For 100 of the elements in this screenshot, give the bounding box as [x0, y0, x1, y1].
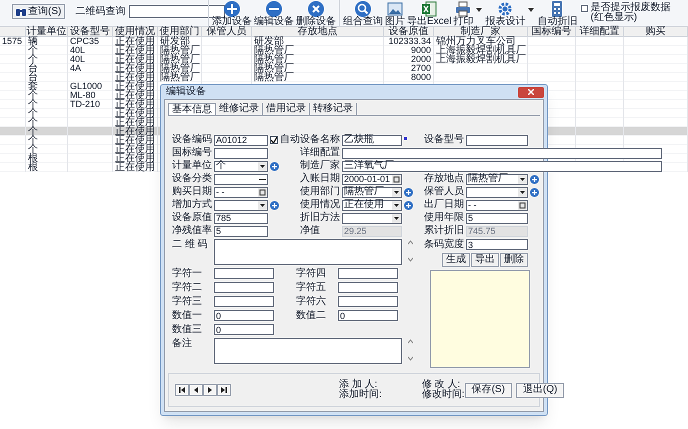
table-cell: 隔热管厂 [254, 55, 294, 64]
table-cell: 正在使用 [115, 127, 155, 136]
table-cell: 个 [28, 118, 38, 127]
table-cell: 8000 [410, 73, 431, 82]
column-header: 保管人员 [202, 27, 252, 36]
table-cell: 正在使用 [115, 37, 155, 46]
column-header: 设备型号 [68, 27, 113, 36]
table-cell: 正在使用 [115, 73, 155, 82]
table-cell: 9000 [410, 46, 431, 55]
field-label: 备注 [172, 339, 193, 349]
table-cell: 2000 [410, 55, 431, 64]
table-cell: 个 [28, 109, 38, 118]
field-label: 保管人员 [424, 187, 464, 197]
field-label: 字符六 [296, 296, 327, 306]
checkbox-label: 自动 [280, 135, 300, 145]
field-label: 使用情况 [300, 200, 340, 210]
field-label: 制造厂家 [300, 161, 340, 171]
field-label: 出厂日期 [424, 200, 464, 210]
info-label: 修改时间: [422, 390, 465, 400]
table-cell: 隔热管厂 [254, 46, 294, 55]
field-label: 数值一 [172, 310, 203, 320]
column-header: 制造厂家 [434, 27, 528, 36]
hint-text: (红色显示) [590, 13, 638, 23]
checkbox-label: 是否提示报废数据 [590, 3, 670, 13]
table-cell: 锦州万力叉车公司 [436, 37, 516, 46]
field-label: 折旧方法 [300, 213, 340, 223]
table-cell: 40L [70, 55, 86, 64]
table-cell: 台 [28, 73, 38, 82]
table-cell: 个 [28, 127, 38, 136]
table-cell: 隔热管厂 [160, 55, 200, 64]
column-header: 设备原值 [384, 27, 434, 36]
table-cell: 个 [28, 136, 38, 145]
table-cell: 隔热管厂 [254, 64, 294, 73]
field-label: 购买日期 [172, 187, 212, 197]
field-label: 条码宽度 [424, 240, 464, 250]
field-label: 字符三 [172, 296, 203, 306]
table-cell: 套 [28, 82, 38, 91]
table-cell: 上海振毅焊割机具厂 [436, 55, 526, 64]
field-label: 设备名称 [300, 135, 340, 145]
info-label: 添加时间: [339, 390, 382, 400]
table-cell: 隔热管厂 [160, 46, 200, 55]
table-cell: 根 [28, 154, 38, 163]
table-cell: 正在使用 [115, 118, 155, 127]
table-cell: 台 [28, 64, 38, 73]
field-label: 字符四 [296, 268, 327, 278]
column-header: 使用情况 [113, 27, 158, 36]
field-label: 设备原值 [172, 213, 212, 223]
table-cell: 正在使用 [115, 64, 155, 73]
field-label: 存放地点 [424, 174, 464, 184]
field-label: 数值二 [296, 310, 327, 320]
table-cell: 隔热管厂 [254, 73, 294, 82]
table-cell: TD-210 [70, 100, 100, 109]
table-cell: 个 [28, 55, 38, 64]
table-cell: 辆 [28, 37, 38, 46]
field-label: 设备编码 [172, 135, 212, 145]
field-label: 字符二 [172, 282, 203, 292]
info-label: 添 加 人: [339, 380, 378, 390]
table-cell: 根 [28, 163, 38, 172]
table-cell: 个 [28, 100, 38, 109]
field-label: 净残值率 [172, 226, 212, 236]
table-cell: 正在使用 [115, 154, 155, 163]
table-cell: 正在使用 [115, 100, 155, 109]
column-header: 使用部门 [158, 27, 202, 36]
table-cell: 正在使用 [115, 46, 155, 55]
info-label: 修 改 人: [422, 380, 460, 390]
field-label: 国标编号 [172, 148, 212, 158]
table-cell: 上海振毅焊割机具厂 [436, 46, 526, 55]
table-cell: 2700 [410, 64, 431, 73]
table-cell: GL1000 [70, 82, 102, 91]
field-label: 二 维 码 [172, 240, 209, 250]
field-label: 使用年限 [424, 213, 464, 223]
table-cell: 正在使用 [115, 109, 155, 118]
field-label: 累计折旧 [424, 226, 464, 236]
table-cell: 正在使用 [115, 136, 155, 145]
field-label: 详细配置 [300, 148, 340, 158]
table-cell: 隔热管厂 [160, 73, 200, 82]
table-cell: CPC35 [70, 37, 100, 46]
field-label: 字符一 [172, 268, 203, 278]
column-header: 国标编号 [528, 27, 576, 36]
field-label: 使用部门 [300, 187, 340, 197]
field-label: 入账日期 [300, 174, 340, 184]
field-label: 数值三 [172, 324, 203, 334]
table-cell: 研发部 [160, 37, 190, 46]
field-label: 设备型号 [424, 135, 464, 145]
table-cell: 个 [28, 46, 38, 55]
column-header: 计量单位 [26, 27, 68, 36]
table-cell: 研发部 [254, 37, 284, 46]
table-cell: 正在使用 [115, 163, 155, 172]
table-cell: 正在使用 [115, 91, 155, 100]
field-label: 字符五 [296, 282, 327, 292]
table-cell: 正在使用 [115, 145, 155, 154]
column-header: 详细配置 [576, 27, 624, 36]
field-label: 增加方式 [172, 200, 212, 210]
column-header: 购买 [624, 27, 688, 36]
table-cell: 正在使用 [115, 82, 155, 91]
field-label: 净值 [300, 226, 321, 236]
field-label: 二维码查询 [75, 6, 126, 16]
field-label: 设备分类 [172, 174, 212, 184]
table-cell: 1575 [2, 37, 22, 46]
field-label: 计量单位 [172, 161, 212, 171]
